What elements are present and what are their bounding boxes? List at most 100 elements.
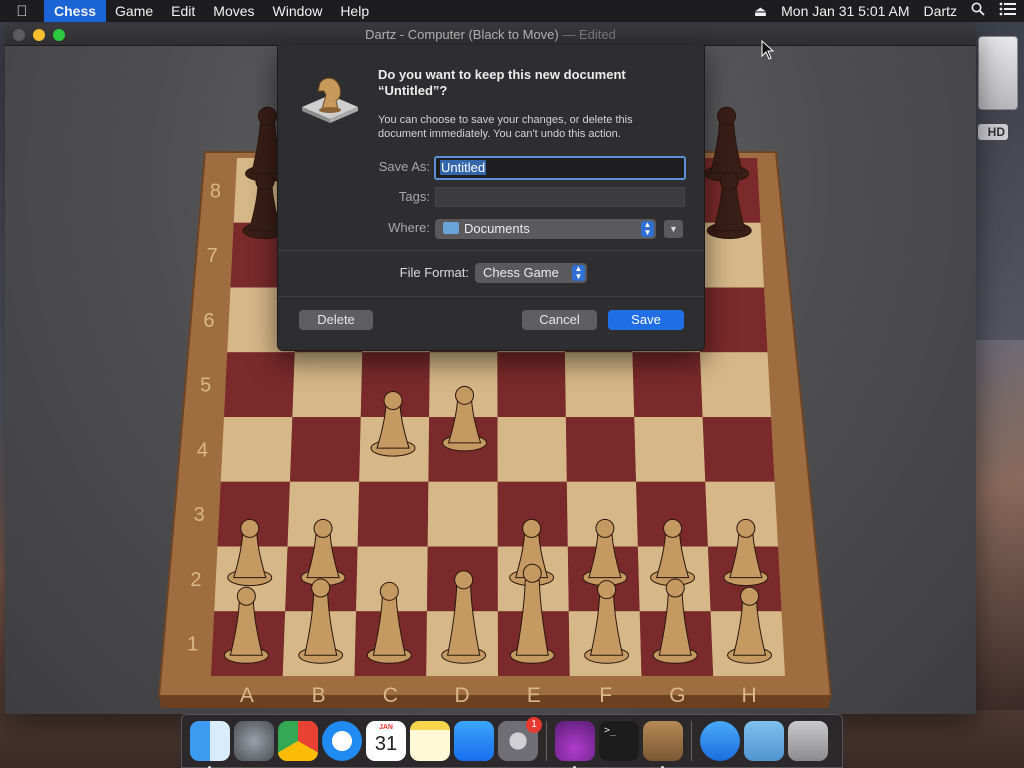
file-format-value: Chess Game: [483, 265, 559, 280]
board-square[interactable]: [497, 352, 566, 417]
board-square[interactable]: [565, 417, 637, 482]
chess-icon[interactable]: [643, 721, 683, 768]
zoom-button[interactable]: [53, 29, 65, 41]
chess-app-icon: [302, 77, 358, 123]
menu-bar:  Chess Game Edit Moves Window Help ⏏ Mo…: [0, 0, 1024, 22]
chrome-icon[interactable]: [278, 721, 318, 761]
installer-icon[interactable]: [555, 721, 595, 768]
finder-icon[interactable]: [190, 721, 230, 768]
menu-help[interactable]: Help: [331, 0, 378, 22]
board-square[interactable]: [697, 287, 768, 353]
safari-icon[interactable]: [322, 721, 362, 761]
eject-icon[interactable]: ⏏: [747, 0, 774, 22]
terminal-icon[interactable]: >_: [599, 721, 639, 761]
dock: JAN 31 1 >_: [181, 714, 843, 768]
dialog-heading: Do you want to keep this new document “U…: [378, 67, 626, 98]
minimize-button[interactable]: [33, 29, 45, 41]
app-store-icon[interactable]: [454, 721, 494, 761]
where-popup[interactable]: Documents ▲ ▼: [435, 219, 656, 239]
divider: [278, 296, 704, 297]
system-preferences-icon[interactable]: 1: [498, 717, 542, 761]
menu-moves[interactable]: Moves: [204, 0, 263, 22]
save-as-input[interactable]: Untitled: [434, 156, 686, 180]
trash-icon[interactable]: [788, 721, 828, 761]
where-label: Where:: [388, 220, 430, 235]
rank-label: 6: [203, 310, 214, 332]
board-square[interactable]: [564, 352, 635, 417]
rank-label: 3: [194, 504, 205, 526]
board-square[interactable]: [497, 417, 567, 482]
window-titlebar[interactable]: Dartz - Computer (Black to Move) — Edite…: [5, 24, 976, 46]
delete-button[interactable]: Delete: [299, 310, 373, 330]
rank-label: 1: [187, 634, 198, 656]
rank-label: 7: [207, 245, 218, 267]
calendar-icon[interactable]: JAN 31: [366, 721, 406, 761]
menu-window[interactable]: Window: [264, 0, 332, 22]
file-label: F: [599, 684, 612, 707]
popup-stepper-icon: ▲ ▼: [572, 265, 585, 281]
file-label: E: [527, 684, 541, 707]
menu-user[interactable]: Dartz: [917, 0, 964, 22]
save-as-value[interactable]: Untitled: [440, 160, 487, 175]
calendar-day: 31: [374, 733, 398, 755]
file-label: B: [312, 684, 326, 707]
hard-disk-icon[interactable]: [978, 36, 1018, 110]
notification-badge: 1: [526, 717, 542, 733]
downloads-folder-icon[interactable]: [744, 721, 784, 761]
rank-label: 4: [197, 439, 208, 461]
tags-label: Tags:: [398, 189, 430, 204]
save-as-label: Save As:: [378, 159, 430, 174]
launchpad-icon[interactable]: [234, 721, 274, 761]
menu-clock[interactable]: Mon Jan 31 5:01 AM: [774, 0, 916, 22]
rank-label: 5: [200, 375, 211, 397]
calendar-month: JAN: [378, 724, 393, 731]
board-square[interactable]: [702, 417, 775, 482]
desktop-wallpaper: [976, 340, 1024, 710]
board-square[interactable]: [220, 417, 293, 482]
cancel-button[interactable]: Cancel: [522, 310, 597, 330]
dock-separator: [691, 721, 692, 761]
applications-folder-icon[interactable]: [700, 721, 740, 761]
rank-label: 8: [210, 180, 221, 202]
window-title: Dartz - Computer (Black to Move): [365, 27, 559, 42]
file-label: C: [383, 684, 398, 707]
window-edited-indicator: — Edited: [562, 27, 616, 42]
board-square[interactable]: [357, 481, 429, 547]
rank-label: 2: [190, 569, 201, 591]
tags-input[interactable]: [435, 187, 685, 207]
apple-menu-icon[interactable]: : [0, 3, 44, 20]
menu-edit[interactable]: Edit: [162, 0, 204, 22]
file-label: D: [455, 684, 470, 707]
board-square[interactable]: [292, 352, 363, 417]
close-button[interactable]: [13, 29, 25, 41]
save-dialog: Do you want to keep this new document “U…: [277, 45, 705, 351]
file-label: A: [240, 684, 254, 707]
dock-separator: [546, 721, 547, 761]
notes-icon[interactable]: [410, 721, 450, 761]
save-button[interactable]: Save: [608, 310, 684, 330]
board-square[interactable]: [699, 352, 771, 417]
file-label: H: [742, 684, 757, 707]
terminal-prompt-glyph: >_: [604, 725, 617, 736]
black-rook-piece[interactable]: [704, 106, 750, 183]
folder-icon: [443, 222, 459, 234]
board-square[interactable]: [632, 352, 703, 417]
menu-game[interactable]: Game: [106, 0, 162, 22]
notification-center-icon[interactable]: [992, 0, 1024, 22]
divider: [278, 250, 704, 251]
mouse-cursor-icon: [761, 40, 775, 60]
where-value: Documents: [464, 221, 530, 236]
file-format-popup[interactable]: Chess Game ▲ ▼: [475, 263, 587, 283]
board-square[interactable]: [427, 481, 498, 547]
menu-chess[interactable]: Chess: [44, 0, 107, 22]
file-label: G: [669, 684, 685, 707]
file-format-label: File Format:: [399, 265, 469, 280]
dialog-message: You can choose to save your changes, or …: [378, 114, 633, 140]
popup-stepper-icon: ▲ ▼: [641, 221, 654, 237]
board-square[interactable]: [289, 417, 361, 482]
spotlight-search-icon[interactable]: [964, 0, 992, 22]
board-square[interactable]: [224, 352, 295, 417]
board-square[interactable]: [634, 417, 706, 482]
expand-dialog-button[interactable]: ▼: [664, 220, 683, 238]
hard-disk-label[interactable]: HD: [978, 124, 1008, 140]
